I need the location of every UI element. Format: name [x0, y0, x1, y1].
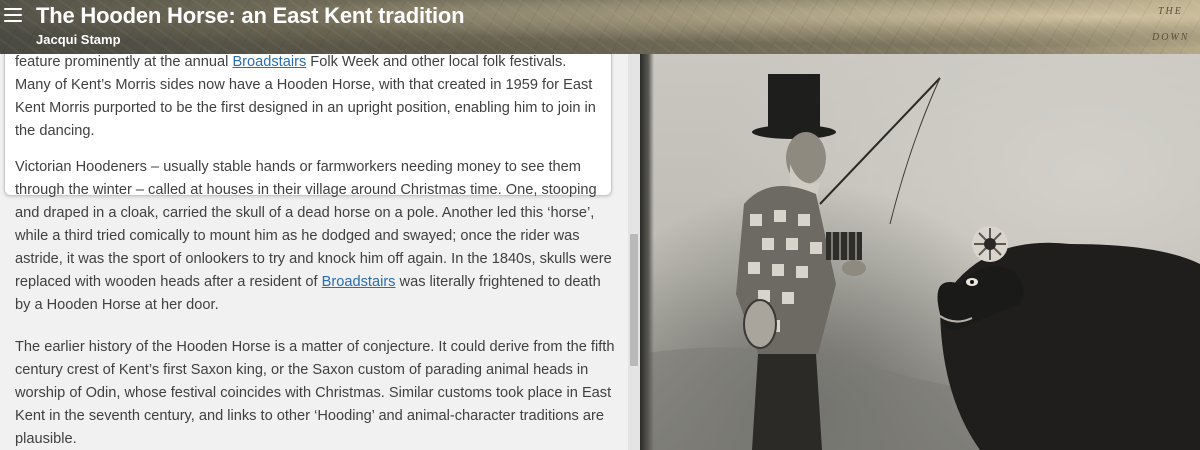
article-panel: feature prominently at the annual Broads… [0, 54, 640, 450]
hooden-horse-photo [640, 54, 1200, 450]
photo-frame-edge [640, 54, 654, 450]
header-banner: The Hooden Horse: an East Kent tradition… [0, 0, 1200, 54]
article-paragraph-history: The earlier history of the Hooden Horse … [15, 339, 615, 447]
map-lettering: THE DOWN [1140, 6, 1194, 48]
scrollbar-thumb[interactable] [630, 234, 638, 366]
map-word-1: THE [1158, 6, 1183, 17]
highlight-text-start: feature prominently at the annual [15, 54, 233, 70]
page-title: The Hooden Horse: an East Kent tradition [36, 3, 465, 28]
article-paragraph-victorian: Victorian Hoodeners – usually stable han… [15, 156, 615, 317]
paragraph-text: Victorian Hoodeners – usually stable han… [15, 159, 612, 290]
broadstairs-link[interactable]: Broadstairs [232, 54, 306, 70]
photo-illustration [640, 74, 1200, 450]
scrollbar-track[interactable] [628, 54, 640, 450]
highlight-text-rest: of Kent’s Morris sides now have a Hooden… [15, 77, 596, 139]
broadstairs-link[interactable]: Broadstairs [322, 274, 396, 290]
author-byline: Jacqui Stamp [36, 32, 121, 47]
map-word-2: DOWN [1152, 32, 1190, 43]
hamburger-menu-icon[interactable] [4, 8, 22, 22]
